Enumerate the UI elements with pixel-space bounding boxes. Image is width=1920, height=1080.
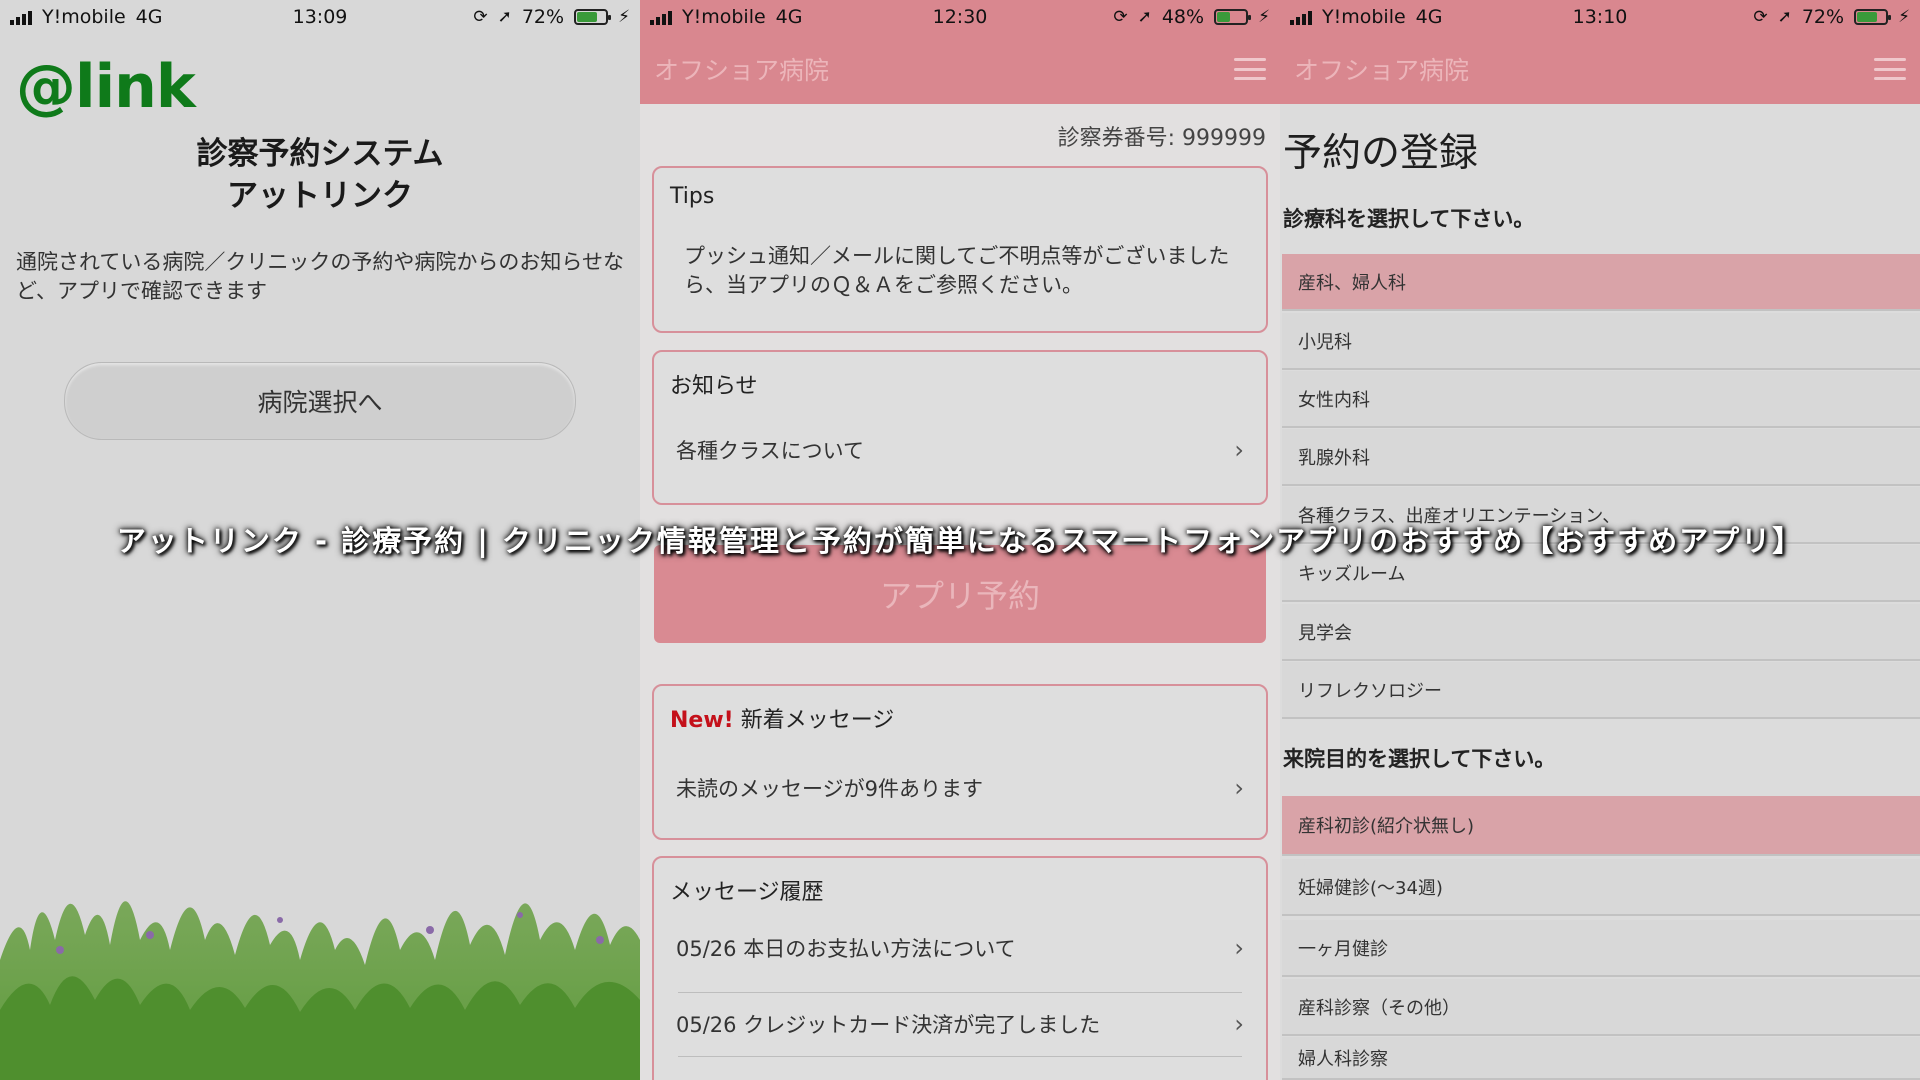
charging-icon: ⚡ (1258, 7, 1270, 27)
purpose-item[interactable]: 一ヶ月健診 (1282, 920, 1920, 977)
select-hospital-button[interactable]: 病院選択へ (64, 362, 576, 440)
charging-icon: ⚡ (618, 7, 630, 27)
signal-icon (1290, 9, 1312, 25)
overlay-caption: アットリンク - 診療予約 | クリニック情報管理と予約が簡単になるスマートフォ… (116, 524, 1804, 558)
app-title: 診察予約システム (196, 136, 444, 172)
signal-icon (650, 9, 672, 25)
new-badge: New! (670, 708, 734, 733)
battery-icon (1214, 9, 1252, 25)
network-type: 4G (135, 6, 163, 28)
carrier-name: Y!mobile (1322, 6, 1406, 28)
department-item[interactable]: 女性内科 (1282, 371, 1920, 428)
app-subtitle: アットリンク (227, 178, 413, 214)
new-messages-heading: New! 新着メッセージ (670, 702, 894, 734)
rotation-lock-icon: ⟳ (1753, 7, 1768, 27)
purpose-item[interactable]: 産科診察（その他） (1282, 979, 1920, 1036)
row-divider (678, 1056, 1242, 1057)
status-bar: Y!mobile 4G 13:09 ⟳ ➚ 72% ⚡ (0, 0, 640, 34)
battery-icon (1854, 9, 1892, 25)
network-type: 4G (1415, 6, 1443, 28)
purpose-item[interactable]: 産科初診(紹介状無し) (1282, 796, 1920, 856)
history-item[interactable]: 05/26 クレジットカード決済が完了しました › (676, 996, 1244, 1052)
carrier-name: Y!mobile (682, 6, 766, 28)
hospital-name: オフショア病院 (1294, 56, 1470, 85)
battery-icon (574, 9, 612, 25)
battery-percent: 72% (521, 6, 565, 28)
history-item-label: 05/26 本日のお支払い方法について (676, 937, 1016, 961)
charging-icon: ⚡ (1898, 7, 1910, 27)
status-bar: Y!mobile 4G 12:30 ⟳ ➚ 48% ⚡ (640, 0, 1280, 34)
chevron-right-icon: › (1234, 774, 1244, 802)
notice-heading: お知らせ (670, 374, 758, 399)
status-bar: Y!mobile 4G 13:10 ⟳ ➚ 72% ⚡ (1280, 0, 1920, 34)
page-title: 予約の登録 (1283, 131, 1479, 176)
location-icon: ➚ (1137, 7, 1152, 27)
menu-icon[interactable] (1234, 58, 1266, 80)
purpose-item[interactable]: 婦人科診察 (1282, 1037, 1920, 1080)
battery-percent: 48% (1161, 6, 1205, 28)
history-item-label: 05/26 クレジットカード決済が完了しました (676, 1013, 1101, 1037)
notice-card: お知らせ 各種クラスについて › (652, 350, 1268, 505)
battery-percent: 72% (1801, 6, 1845, 28)
new-messages-card: New! 新着メッセージ 未読のメッセージが9件あります › (652, 684, 1268, 840)
message-history-heading: メッセージ履歴 (670, 880, 824, 905)
row-divider (678, 992, 1242, 993)
department-item[interactable]: 産科、婦人科 (1282, 254, 1920, 311)
app-description: 通院されている病院／クリニックの予約や病院からのお知らせなど、アプリで確認できま… (16, 250, 624, 303)
signal-icon (10, 9, 32, 25)
app-header: オフショア病院 (640, 34, 1280, 104)
history-item[interactable]: 05/26 本日のお支払い方法について › (676, 920, 1244, 976)
purpose-prompt: 来院目的を選択して下さい。 (1283, 747, 1556, 771)
department-item[interactable]: 小児科 (1282, 313, 1920, 370)
tips-heading: Tips (670, 184, 715, 209)
patient-number: 診察券番号: 999999 (1057, 126, 1266, 151)
department-item[interactable]: 乳腺外科 (1282, 429, 1920, 486)
tips-body: プッシュ通知／メールに関してご不明点等がございましたら、当アプリのＱ＆Ａをご参照… (684, 244, 1230, 297)
unread-messages-label: 未読のメッセージが9件あります (676, 777, 983, 801)
unread-messages-item[interactable]: 未読のメッセージが9件あります › (676, 760, 1244, 816)
chevron-right-icon: › (1234, 436, 1244, 464)
carrier-name: Y!mobile (42, 6, 126, 28)
chevron-right-icon: › (1234, 1010, 1244, 1038)
location-icon: ➚ (497, 7, 512, 27)
rotation-lock-icon: ⟳ (1113, 7, 1128, 27)
notice-item-label: 各種クラスについて (676, 439, 864, 463)
department-prompt: 診療科を選択して下さい。 (1283, 207, 1535, 231)
new-messages-title: 新着メッセージ (740, 708, 895, 733)
department-item[interactable]: リフレクソロジー (1282, 662, 1920, 719)
grass-illustration (0, 901, 640, 1080)
chevron-right-icon: › (1234, 934, 1244, 962)
app-header: オフショア病院 (1280, 34, 1920, 104)
tips-card: Tips プッシュ通知／メールに関してご不明点等がございましたら、当アプリのＱ＆… (652, 166, 1268, 333)
notice-item[interactable]: 各種クラスについて › (676, 422, 1244, 478)
menu-icon[interactable] (1874, 58, 1906, 80)
rotation-lock-icon: ⟳ (473, 7, 488, 27)
department-item[interactable]: 見学会 (1282, 604, 1920, 661)
app-logo: @link (16, 52, 196, 122)
hospital-name: オフショア病院 (654, 56, 830, 85)
purpose-item[interactable]: 妊婦健診(〜34週) (1282, 859, 1920, 916)
network-type: 4G (775, 6, 803, 28)
message-history-card: メッセージ履歴 05/26 本日のお支払い方法について › 05/26 クレジッ… (652, 856, 1268, 1080)
location-icon: ➚ (1777, 7, 1792, 27)
